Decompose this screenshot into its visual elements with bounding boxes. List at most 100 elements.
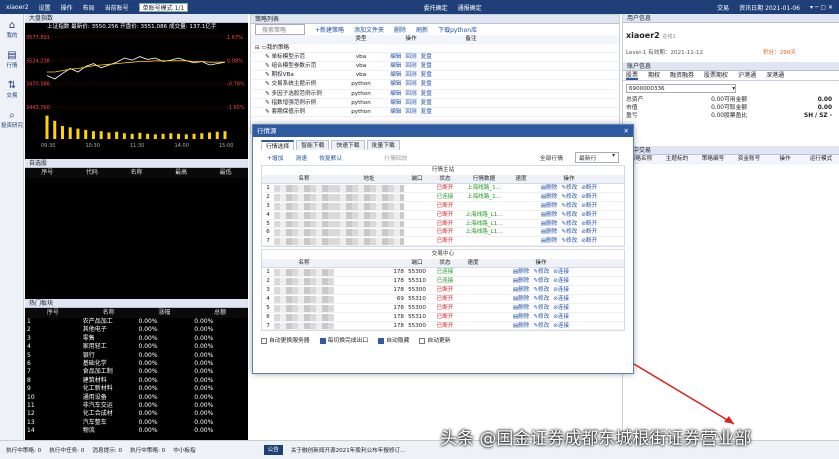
strategy-row[interactable]: ✎ 套期保值示例 python 编辑 回测 复盘 — [251, 108, 619, 117]
connect-link[interactable]: ⊘断开 — [581, 193, 597, 201]
add-button[interactable]: +增加 — [267, 153, 283, 162]
op-link[interactable]: 编辑 — [390, 80, 401, 88]
edit-link[interactable]: ✎修改 — [533, 286, 549, 294]
op-link[interactable]: 复盘 — [421, 99, 432, 107]
option-checkbox-2[interactable]: 自动隐藏 — [378, 335, 409, 344]
delete-button[interactable]: 删除 — [394, 25, 406, 34]
delete-link[interactable]: ▤删除 — [513, 304, 529, 312]
op-link[interactable]: 回测 — [405, 99, 416, 107]
edit-link[interactable]: ✎修改 — [561, 237, 577, 245]
nav-item-research[interactable]: ⌕ 投资研究 — [0, 104, 24, 134]
op-link[interactable]: 回测 — [405, 71, 416, 79]
nav-item-market[interactable]: ▤ 行情 — [0, 44, 24, 74]
row-ops[interactable]: ▤删除 ✎修改 ⊘连接 — [486, 304, 596, 312]
nav-item-mine[interactable]: ⌂ 我的 — [0, 14, 24, 44]
table-row[interactable]: 14 物流 0.00% 0.00% — [25, 427, 248, 435]
connect-link[interactable]: ⊘断开 — [581, 220, 597, 228]
table-row[interactable]: 7 已断开 ▤删除 ✎修改 ⊘断开 — [262, 237, 624, 247]
table-row[interactable]: 2 其他电子 0.00% 0.00% — [25, 326, 248, 334]
op-link[interactable]: 编辑 — [390, 71, 401, 79]
row-ops[interactable]: ▤删除 ✎修改 ⊘连接 — [486, 313, 596, 321]
table-row[interactable]: 4 家用轻工 0.00% 0.00% — [25, 343, 248, 351]
table-row[interactable]: 1 178 55300 已连接 ▤删除 ✎修改 ⊘连接 — [262, 268, 624, 278]
strategy-row[interactable]: ✎ 交易系统主题示例 python 编辑 回测 复盘 — [251, 80, 619, 90]
connect-link[interactable]: ⊘连接 — [553, 295, 569, 303]
connect-link[interactable]: ⊘连接 — [553, 304, 569, 312]
row-ops[interactable]: ▤删除 ✎修改 ⊘连接 — [486, 295, 596, 303]
strategy-row[interactable]: ✎ 期权VBa vba 编辑 回测 复盘 — [251, 71, 619, 81]
edit-link[interactable]: ✎修改 — [533, 268, 549, 276]
op-link[interactable]: 复盘 — [421, 71, 432, 79]
table-row[interactable]: 5 178 55300 已断开 ▤删除 ✎修改 ⊘连接 — [262, 304, 624, 313]
row-ops[interactable]: ▤删除 ✎修改 ⊘连接 — [486, 268, 596, 276]
op-link[interactable]: 编辑 — [390, 62, 401, 70]
table-row[interactable]: 7 178 55300 已断开 ▤删除 ✎修改 ⊘连接 — [262, 322, 624, 331]
row-ops[interactable]: ▤删除 ✎修改 ⊘连接 — [486, 286, 596, 294]
row-ops[interactable]: ▤删除 ✎修改 ⊘断开 — [534, 193, 604, 201]
edit-link[interactable]: ✎修改 — [533, 322, 549, 330]
table-row[interactable]: 8 建筑材料 0.00% 0.00% — [25, 377, 248, 385]
tab-account-3[interactable]: 股票期权 — [704, 71, 728, 80]
strategy-row[interactable]: ✎ 组合模型参数示范 vba 编辑 回测 复盘 — [251, 62, 619, 72]
tab-fast-download[interactable]: 快速下载 — [331, 140, 365, 150]
connect-link[interactable]: ⊘连接 — [553, 286, 569, 294]
op-link[interactable]: 编辑 — [390, 90, 401, 98]
add-folder-button[interactable]: 添加文件夹 — [354, 25, 384, 34]
op-link[interactable]: 编辑 — [390, 108, 401, 116]
connect-link[interactable]: ⊘断开 — [581, 184, 597, 192]
row-ops[interactable]: ▤删除 ✎修改 ⊘断开 — [534, 228, 604, 236]
connect-link[interactable]: ⊘断开 — [581, 202, 597, 210]
strategy-row[interactable]: ✎ 指数增强范例示例 python 编辑 回测 复盘 — [251, 99, 619, 108]
row-ops[interactable]: ▤删除 ✎修改 ⊘断开 — [534, 202, 604, 210]
connect-link[interactable]: ⊘断开 — [581, 211, 597, 219]
account-select[interactable]: 单账号模式 1/1 — [138, 2, 189, 12]
table-row[interactable]: 12 化工合成材 0.00% 0.00% — [25, 410, 248, 418]
window-controls[interactable]: ▾ ─ ▢ ✕ — [810, 4, 833, 11]
delete-link[interactable]: ▤删除 — [513, 295, 529, 303]
delete-link[interactable]: ▤删除 — [541, 220, 557, 228]
strategy-ops[interactable]: 编辑 回测 复盘 — [381, 99, 441, 107]
option-checkbox-1[interactable]: 每切换完成出口 — [319, 335, 368, 344]
refresh-button[interactable]: 刷新 — [416, 25, 428, 34]
strategy-ops[interactable]: 编辑 回测 复盘 — [381, 71, 441, 79]
op-link[interactable]: 编辑 — [390, 99, 401, 107]
download-python-button[interactable]: 下载python库 — [438, 25, 477, 34]
op-link[interactable]: 回测 — [405, 80, 416, 88]
delete-link[interactable]: ▤删除 — [541, 237, 557, 245]
table-row[interactable]: 11 非汽车交运 0.00% 0.00% — [25, 402, 248, 410]
table-row[interactable]: 3 178 55300 已断开 ▤删除 ✎修改 ⊘连接 — [262, 286, 624, 295]
delete-link[interactable]: ▤删除 — [513, 322, 529, 330]
table-row[interactable]: 10 通用设备 0.00% 0.00% — [25, 394, 248, 402]
row-ops[interactable]: ▤删除 ✎修改 ⊘连接 — [486, 277, 596, 285]
table-row[interactable]: 13 汽车整车 0.00% 0.00% — [25, 419, 248, 427]
option-checkbox-0[interactable]: 自动更换服务器 — [261, 335, 310, 344]
intraday-chart[interactable]: 3577.891 1.67% 3524.238 0.08% 3470.586 -0.78%… — [25, 31, 248, 159]
table-row[interactable]: 3 已断开 ▤删除 ✎修改 ⊘断开 — [262, 202, 624, 211]
connect-link[interactable]: ⊘连接 — [553, 277, 569, 285]
op-link[interactable]: 回测 — [405, 108, 416, 116]
delete-link[interactable]: ▤删除 — [541, 193, 557, 201]
strategy-root-folder[interactable]: ⊟ ▭ 我的策略 — [251, 44, 619, 54]
op-link[interactable]: 回测 — [405, 53, 416, 61]
table-row[interactable]: 2 已连接 上海线路_1... ▤删除 ✎修改 ⊘断开 — [262, 193, 624, 202]
strategy-row[interactable]: ✎ 单标模型示范 vba 编辑 回测 复盘 — [251, 53, 619, 63]
strategy-search-input[interactable]: 搜索策略 — [255, 24, 305, 35]
table-row[interactable]: 4 69 55310 已断开 ▤删除 ✎修改 ⊘连接 — [262, 295, 624, 304]
table-row[interactable]: 6 基础化学 0.00% 0.00% — [25, 360, 248, 368]
edit-link[interactable]: ✎修改 — [533, 304, 549, 312]
table-row[interactable]: 6 已断开 上海线路_L1... ▤删除 ✎修改 ⊘断开 — [262, 228, 624, 238]
table-row[interactable]: 7 食品加工制 0.00% 0.00% — [25, 368, 248, 376]
strategy-ops[interactable]: 编辑 回测 复盘 — [381, 80, 441, 88]
table-row[interactable]: 9 化工新材料 0.00% 0.00% — [25, 385, 248, 393]
row-ops[interactable]: ▤删除 ✎修改 ⊘断开 — [534, 211, 604, 219]
menu-operate[interactable]: 操作 — [61, 3, 73, 12]
edit-link[interactable]: ✎修改 — [533, 277, 549, 285]
row-ops[interactable]: ▤删除 ✎修改 ⊘断开 — [534, 220, 604, 228]
edit-link[interactable]: ✎修改 — [561, 202, 577, 210]
op-link[interactable]: 编辑 — [390, 53, 401, 61]
menu-layout[interactable]: 布局 — [83, 3, 95, 12]
tab-account-4[interactable]: 沪港通 — [738, 71, 756, 80]
row-ops[interactable]: ▤删除 ✎修改 ⊘断开 — [534, 237, 604, 245]
table-row[interactable]: 2 178 55310 已连接 ▤删除 ✎修改 ⊘连接 — [262, 277, 624, 287]
table-row[interactable]: 4 已断开 上海线路_L1... ▤删除 ✎修改 ⊘断开 — [262, 211, 624, 220]
